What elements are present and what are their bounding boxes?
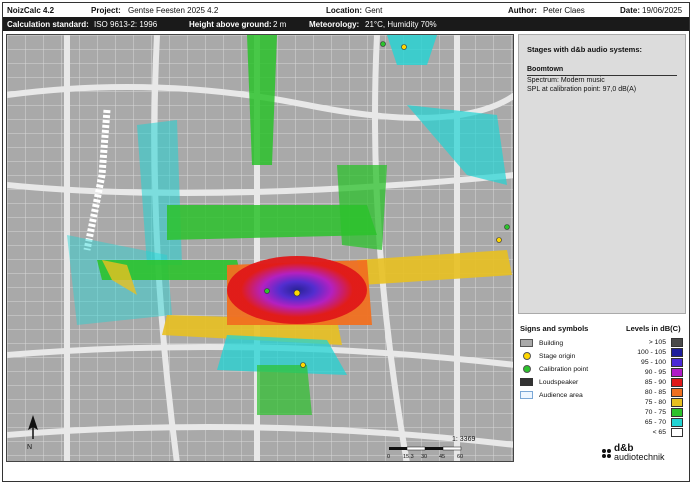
level-swatch [671, 368, 683, 377]
legend-loudspeaker: Loudspeaker [520, 378, 578, 386]
level-swatch [671, 358, 683, 367]
stage-origin-icon [520, 352, 533, 360]
stage-spl: SPL at calibration point: 97,0 dB(A) [527, 86, 637, 93]
meteorology-value: 21°C, Humidity 70% [365, 19, 437, 29]
north-label: N [27, 444, 32, 451]
level-swatch [671, 348, 683, 357]
scale-tick-4: 60 [457, 454, 463, 460]
level-row: 65 - 70 [622, 418, 684, 427]
level-swatch [671, 388, 683, 397]
project-value: Gentse Feesten 2025 4.2 [128, 5, 219, 15]
level-row: > 105 [622, 338, 684, 347]
level-row: 85 - 90 [622, 378, 684, 387]
level-row: 90 - 95 [622, 368, 684, 377]
brand-name: audiotechnik [614, 452, 665, 462]
level-swatch [671, 408, 683, 417]
legend-building: Building [520, 339, 563, 347]
legend-stage-origin-label: Stage origin [539, 352, 576, 360]
stage-origin-marker [300, 362, 306, 368]
level-row: 100 - 105 [622, 348, 684, 357]
calibration-point-icon [520, 365, 533, 373]
loudspeaker-swatch [520, 378, 533, 386]
legend-building-label: Building [539, 339, 564, 347]
level-swatch [671, 398, 683, 407]
level-swatch [671, 378, 683, 387]
stage-origin-marker [496, 237, 502, 243]
building-swatch [520, 339, 533, 347]
date-value: 19/06/2025 [642, 5, 683, 15]
header-bar: NoizCalc 4.2 Project: Gentse Feesten 202… [3, 3, 689, 17]
level-row: 80 - 85 [622, 388, 684, 397]
brand-logo: d&b audiotechnik [602, 444, 665, 462]
location-label: Location: [326, 5, 362, 15]
stage-divider [527, 75, 677, 76]
subheader-bar: Calculation standard: ISO 9613-2: 1996 H… [3, 17, 689, 31]
calibration-point-marker [264, 288, 270, 294]
map-canvas: N 1: 3369 0 15.3 30 45 60 [7, 35, 513, 461]
level-label: 90 - 95 [644, 369, 666, 376]
stage-origin-marker [293, 289, 301, 297]
level-swatch [671, 418, 683, 427]
stage-origin-marker [401, 44, 407, 50]
height-label: Height above ground: [189, 19, 272, 29]
scale-ratio: 1: 3369 [452, 436, 475, 443]
side-panel: Stages with d&b audio systems: Boomtown … [518, 34, 686, 462]
meteorology-label: Meteorology: [309, 19, 360, 29]
level-label: 95 - 100 [641, 359, 666, 366]
scale-tick-2: 30 [421, 454, 427, 460]
level-swatch [671, 338, 683, 347]
date-label: Date: [620, 5, 641, 15]
scale-tick-0: 0 [387, 454, 390, 460]
signs-title: Signs and symbols [520, 324, 589, 333]
stage-name: Boomtown [527, 66, 564, 73]
level-label: 85 - 90 [644, 379, 666, 386]
level-row: 95 - 100 [622, 358, 684, 367]
standard-value: ISO 9613-2: 1996 [94, 19, 158, 29]
stages-panel: Stages with d&b audio systems: Boomtown … [518, 34, 686, 314]
levels-title: Levels in dB(C) [626, 324, 681, 333]
level-label: 65 - 70 [644, 419, 666, 426]
calibration-point-marker [380, 41, 386, 47]
legend-audience-area-label: Audience area [539, 391, 583, 399]
legend-stage-origin: Stage origin [520, 352, 575, 360]
audience-area-swatch [520, 391, 533, 399]
author-label: Author: [508, 5, 537, 15]
height-value: 2 m [273, 19, 287, 29]
level-swatch [671, 428, 683, 437]
location-value: Gent [365, 5, 383, 15]
legend-calibration-point: Calibration point [520, 365, 588, 373]
level-row: 75 - 80 [622, 398, 684, 407]
scale-tick-3: 45 [439, 454, 445, 460]
level-label: 100 - 105 [637, 349, 666, 356]
legend-audience-area: Audience area [520, 391, 583, 399]
noise-map[interactable]: N 1: 3369 0 15.3 30 45 60 [6, 34, 514, 462]
stages-title: Stages with d&b audio systems: [527, 45, 643, 54]
legend-loudspeaker-label: Loudspeaker [539, 378, 579, 386]
stage-spectrum: Spectrum: Modern music [527, 77, 605, 84]
level-label: 80 - 85 [644, 389, 666, 396]
legend-calibration-point-label: Calibration point [539, 365, 589, 373]
level-row: < 65 [622, 428, 684, 437]
level-row: 70 - 75 [622, 408, 684, 417]
project-label: Project: [91, 5, 121, 15]
calibration-point-marker [504, 224, 510, 230]
author-value: Peter Claes [543, 5, 585, 15]
app-title: NoizCalc 4.2 [7, 5, 55, 15]
level-label: 70 - 75 [644, 409, 666, 416]
scale-tick-1: 15.3 [403, 454, 414, 460]
level-label: > 105 [648, 339, 666, 346]
level-label: < 65 [652, 429, 666, 436]
standard-label: Calculation standard: [7, 19, 89, 29]
brand-dots-icon [602, 448, 611, 458]
level-label: 75 - 80 [644, 399, 666, 406]
